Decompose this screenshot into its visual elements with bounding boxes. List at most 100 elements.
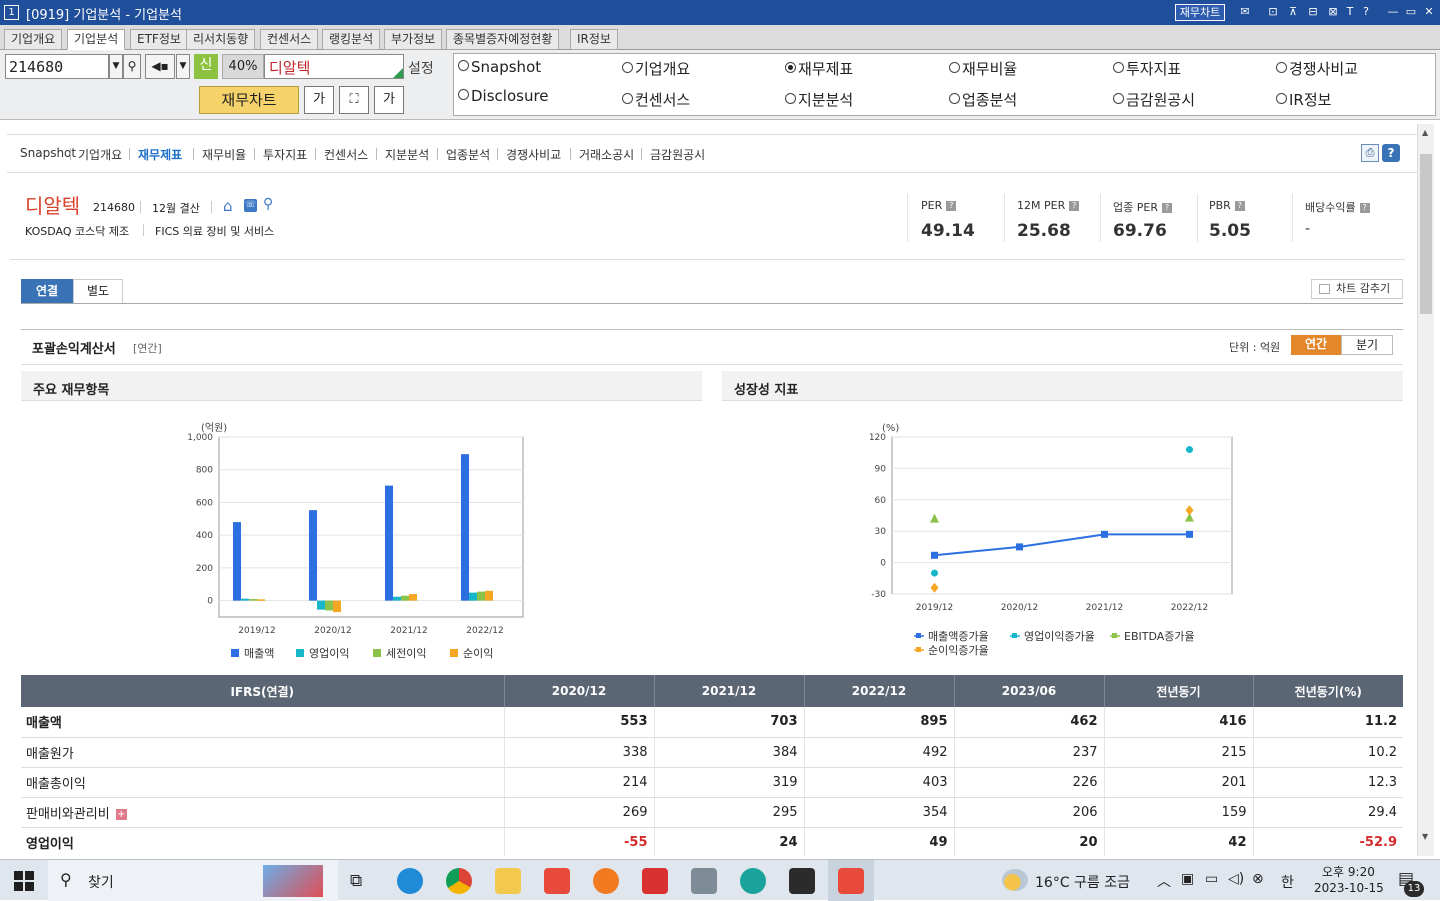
hts-active-app-icon[interactable] bbox=[838, 868, 864, 894]
weather-text[interactable]: 16°C 구름 조금 bbox=[1035, 872, 1130, 892]
menu-tab-etf[interactable]: ETF정보 bbox=[130, 29, 188, 50]
volume-icon[interactable]: ◁) bbox=[1228, 871, 1244, 887]
subnav-snapshot[interactable]: Snapshot bbox=[20, 146, 76, 160]
restore-small-icon[interactable]: ⊟ bbox=[1306, 4, 1320, 21]
financial-chart-button[interactable]: 재무차트 bbox=[199, 86, 299, 114]
subnav-financial-statements[interactable]: 재무제표 bbox=[138, 146, 182, 163]
ime-indicator[interactable]: 한 bbox=[1281, 872, 1294, 892]
radio-financial-statements[interactable]: 재무제표 bbox=[785, 58, 853, 79]
expand-icon[interactable]: + bbox=[115, 808, 127, 820]
new-badge[interactable]: 신 bbox=[194, 54, 218, 79]
menu-tab-research[interactable]: 리서치동향 bbox=[186, 29, 256, 50]
question-icon[interactable]: ? bbox=[1359, 203, 1370, 213]
code-dropdown-icon[interactable]: ▼ bbox=[109, 54, 123, 79]
mail-icon[interactable]: ✉ bbox=[1238, 4, 1252, 21]
company-name-field[interactable]: 디알텍 bbox=[264, 54, 404, 79]
subnav-industry[interactable]: 업종분석 bbox=[446, 146, 490, 163]
menu-tab-company-analysis[interactable]: 기업분석 bbox=[67, 29, 126, 50]
menu-tab-consensus[interactable]: 컨센서스 bbox=[260, 29, 319, 50]
radio-ir[interactable]: IR정보 bbox=[1276, 89, 1331, 110]
subnav-investment-index[interactable]: 투자지표 bbox=[263, 146, 307, 163]
scrollbar-thumb[interactable] bbox=[1420, 154, 1432, 314]
home-icon[interactable]: ⌂ bbox=[223, 197, 233, 215]
print-icon[interactable]: ⎙ bbox=[1361, 144, 1379, 162]
setting-button[interactable]: 설정 bbox=[408, 58, 434, 78]
radio-snapshot[interactable]: Snapshot bbox=[458, 58, 541, 76]
question-icon[interactable]: ? bbox=[1161, 203, 1172, 213]
phone-icon[interactable]: ☏ bbox=[244, 199, 257, 212]
calculator-icon[interactable] bbox=[691, 868, 717, 894]
subnav-fss-disclosure[interactable]: 금감원공시 bbox=[650, 146, 705, 163]
table-header[interactable]: 2023/06 bbox=[953, 675, 1104, 707]
radio-competitor[interactable]: 경쟁사비교 bbox=[1276, 58, 1358, 79]
kakao-app-icon[interactable] bbox=[593, 868, 619, 894]
subnav-consensus[interactable]: 컨센서스 bbox=[324, 146, 368, 163]
subnav-competitor[interactable]: 경쟁사비교 bbox=[506, 146, 561, 163]
fix-icon[interactable]: ⊠ bbox=[1326, 4, 1340, 21]
maximize-icon[interactable]: ▭ bbox=[1404, 4, 1418, 21]
camera-icon[interactable]: ▣ bbox=[1181, 871, 1194, 887]
menu-tab-ranking[interactable]: 랭킹분석 bbox=[322, 29, 381, 50]
tab-separate[interactable]: 별도 bbox=[73, 279, 123, 304]
radio-disclosure[interactable]: Disclosure bbox=[458, 87, 549, 105]
hts-app-icon[interactable] bbox=[544, 868, 570, 894]
radio-company-overview[interactable]: 기업개요 bbox=[622, 58, 690, 79]
speaker-dropdown-icon[interactable]: ▼ bbox=[176, 54, 190, 79]
clock-time[interactable]: 오후 9:20 bbox=[1322, 863, 1375, 880]
menu-tab-company-overview[interactable]: 기업개요 bbox=[4, 29, 63, 50]
search-icon[interactable]: ⚲ bbox=[123, 54, 141, 79]
pin-top-icon[interactable]: ⊼ bbox=[1286, 4, 1300, 21]
app-icon[interactable] bbox=[642, 868, 668, 894]
question-icon[interactable]: ? bbox=[1234, 201, 1245, 211]
scroll-down-icon[interactable]: ▼ bbox=[1422, 832, 1428, 841]
edge-icon[interactable] bbox=[397, 868, 423, 894]
period-annual-button[interactable]: 연간 bbox=[1291, 335, 1341, 355]
scroll-up-icon[interactable]: ▲ bbox=[1422, 128, 1428, 137]
table-header[interactable]: 2020/12 bbox=[503, 675, 654, 707]
hide-chart-button[interactable]: 차트 감추기 bbox=[1311, 279, 1403, 299]
notification-count[interactable]: 13 bbox=[1404, 881, 1424, 897]
subnav-financial-ratio[interactable]: 재무비율 bbox=[202, 146, 246, 163]
subnav-company-overview[interactable]: 기업개요 bbox=[78, 146, 122, 163]
speaker-icon[interactable]: ◀▪ bbox=[145, 54, 175, 79]
minimize-icon[interactable]: — bbox=[1386, 4, 1400, 21]
tray-chevron-icon[interactable]: ︿ bbox=[1157, 871, 1171, 891]
chrome-icon[interactable] bbox=[446, 868, 472, 894]
help-circle-icon[interactable]: ? bbox=[1382, 144, 1400, 162]
radio-investment-index[interactable]: 투자지표 bbox=[1113, 58, 1181, 79]
font-increase-button[interactable]: 가 bbox=[374, 86, 404, 114]
menu-tab-ir[interactable]: IR정보 bbox=[570, 29, 618, 50]
mic-off-icon[interactable]: ⊗ bbox=[1252, 871, 1264, 887]
radio-industry[interactable]: 업종분석 bbox=[949, 89, 1017, 110]
weather-icon[interactable] bbox=[1002, 869, 1028, 891]
stock-code-input[interactable]: 214680 bbox=[5, 54, 109, 79]
sticky-notes-icon[interactable] bbox=[789, 868, 815, 894]
tab-consolidated[interactable]: 연결 bbox=[21, 279, 73, 304]
clock-date[interactable]: 2023-10-15 bbox=[1314, 881, 1384, 895]
financial-chart-title-button[interactable]: 재무차트 bbox=[1175, 4, 1225, 21]
fit-screen-icon[interactable]: ⛶ bbox=[339, 86, 369, 114]
radio-fss-disclosure[interactable]: 금감원공시 bbox=[1113, 89, 1195, 110]
radio-financial-ratio[interactable]: 재무비율 bbox=[949, 58, 1017, 79]
taskbar-search-box[interactable]: ⚲ 찾기 bbox=[48, 860, 338, 901]
radio-consensus[interactable]: 컨센서스 bbox=[622, 89, 690, 110]
font-size-button[interactable]: 가 bbox=[304, 86, 334, 114]
help-icon[interactable]: ? bbox=[1360, 4, 1372, 21]
link-icon[interactable]: ⊡ bbox=[1266, 4, 1280, 21]
menu-tab-extra[interactable]: 부가정보 bbox=[384, 29, 443, 50]
windows-start-icon[interactable] bbox=[14, 871, 34, 891]
font-icon[interactable]: T bbox=[1344, 4, 1356, 21]
app-icon[interactable] bbox=[740, 868, 766, 894]
location-pin-icon[interactable]: ⚲ bbox=[263, 196, 273, 212]
period-quarter-button[interactable]: 분기 bbox=[1341, 335, 1393, 355]
subnav-exchange-disclosure[interactable]: 거래소공시 bbox=[579, 146, 634, 163]
question-icon[interactable]: ? bbox=[946, 201, 957, 211]
task-view-icon[interactable]: ⧉ bbox=[350, 871, 362, 891]
radio-shareholding[interactable]: 지분분석 bbox=[785, 89, 853, 110]
menu-tab-capital-increase[interactable]: 종목별증자예정현황 bbox=[446, 29, 560, 50]
network-icon[interactable]: ▭ bbox=[1205, 871, 1218, 887]
table-header[interactable]: 2022/12 bbox=[803, 675, 954, 707]
close-icon[interactable]: ✕ bbox=[1422, 4, 1436, 21]
question-icon[interactable]: ? bbox=[1069, 201, 1080, 211]
subnav-shareholding[interactable]: 지분분석 bbox=[385, 146, 429, 163]
